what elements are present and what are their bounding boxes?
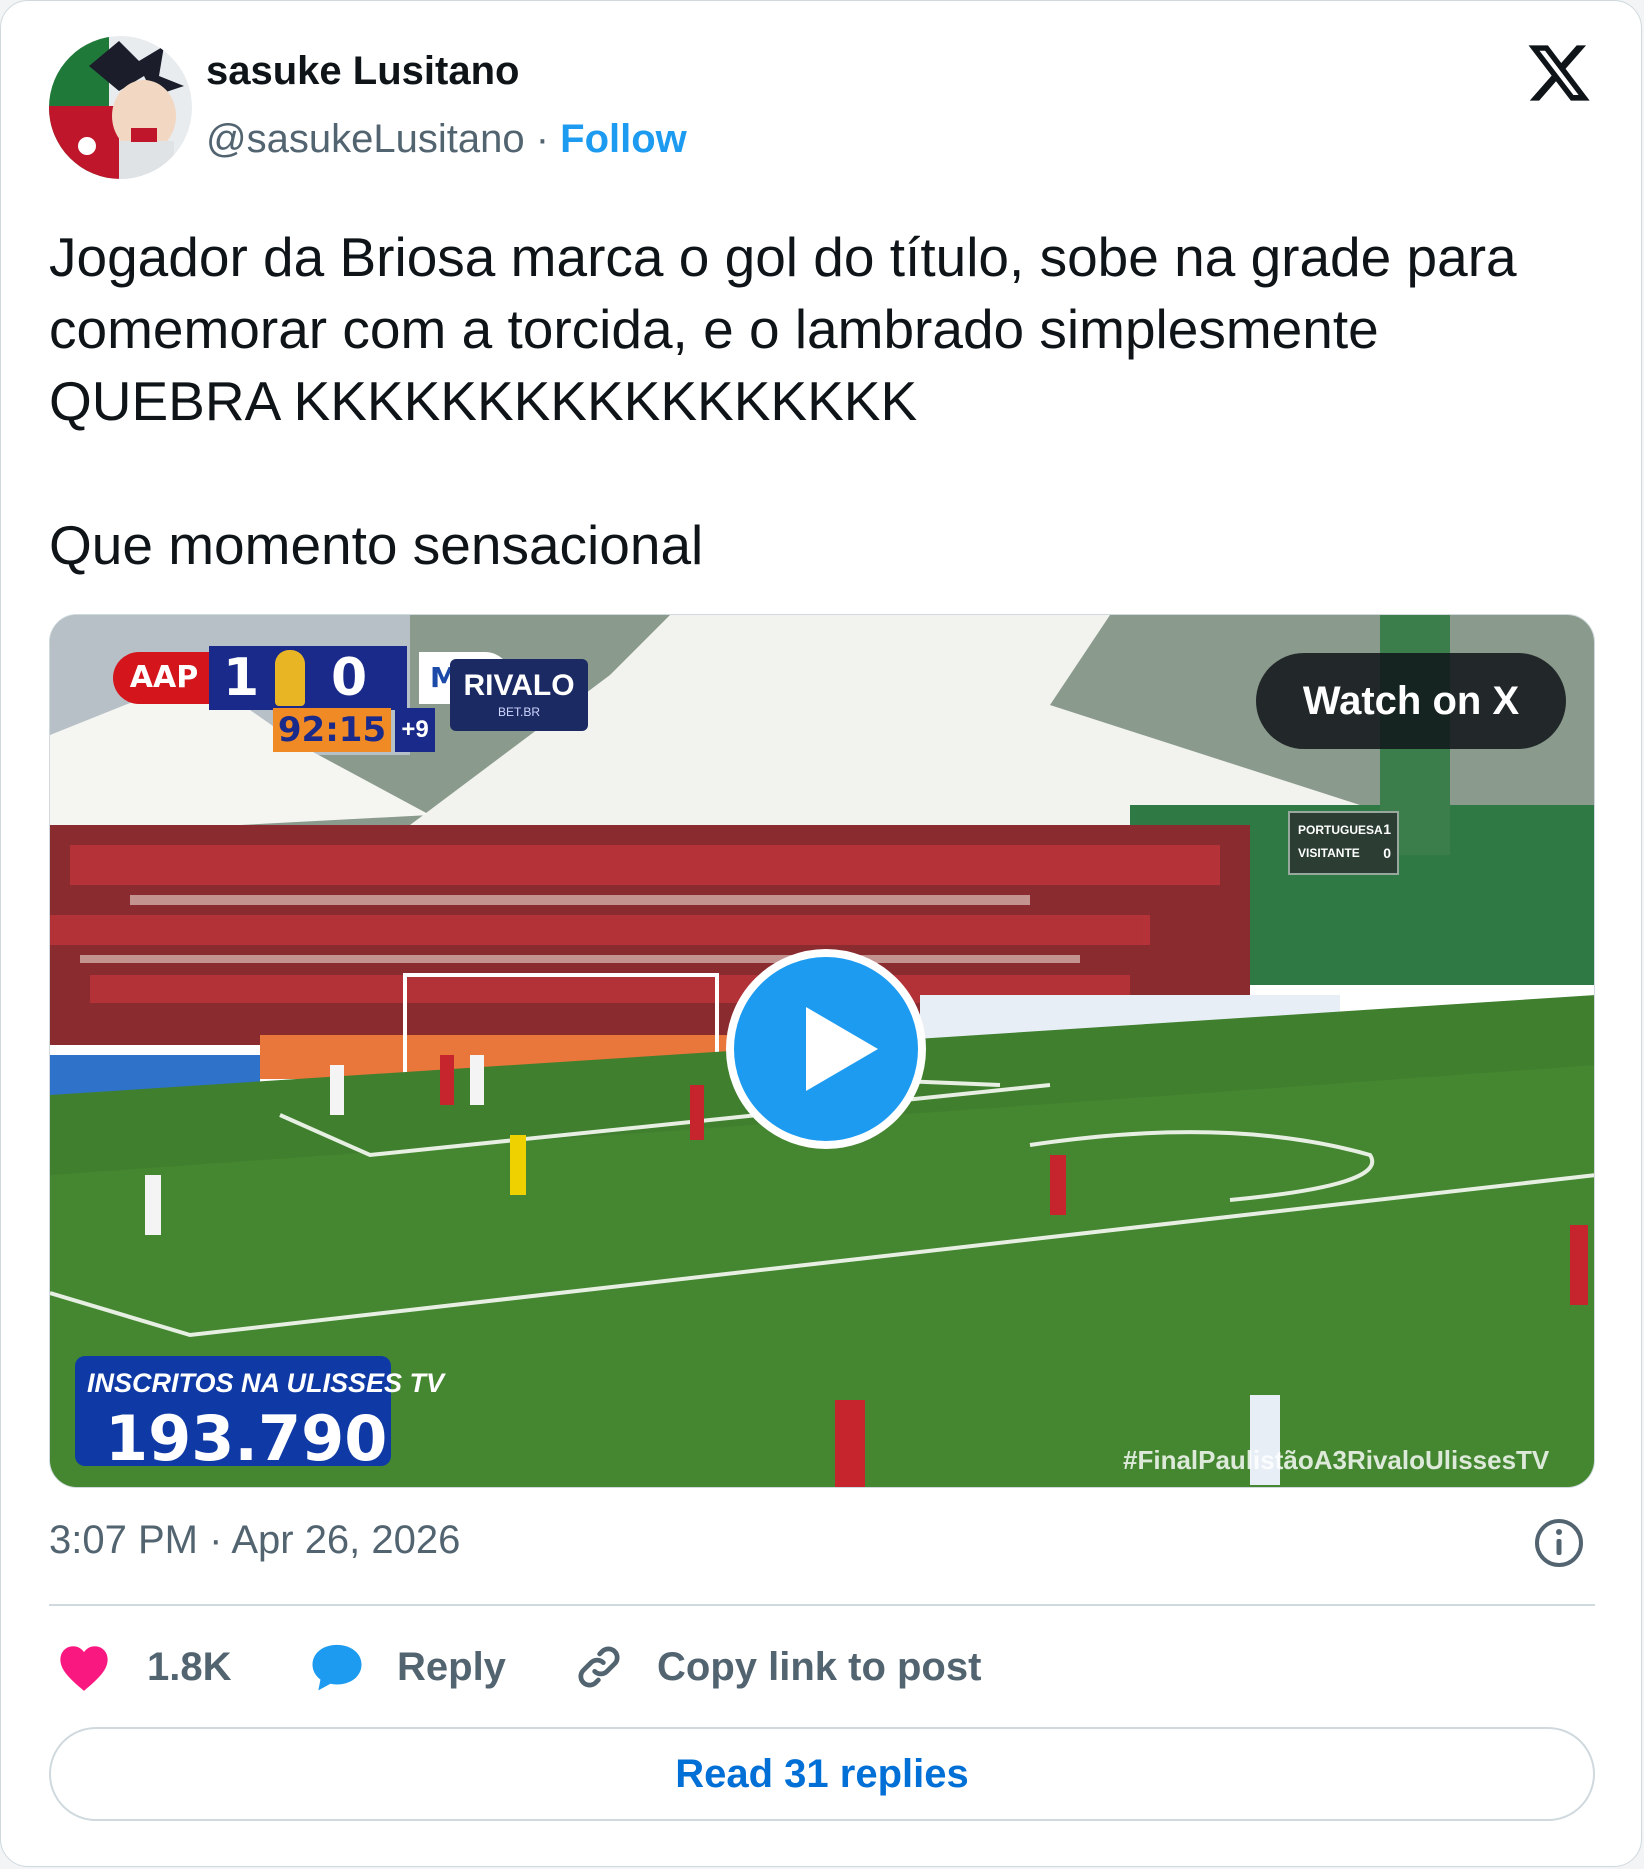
- handle-row: @sasukeLusitano · Follow: [206, 117, 687, 162]
- reply-button[interactable]: Reply: [309, 1637, 506, 1697]
- link-icon: [578, 1646, 620, 1688]
- display-name[interactable]: sasuke Lusitano: [206, 49, 519, 94]
- heart-icon: [60, 1646, 108, 1691]
- avatar[interactable]: [49, 36, 192, 179]
- match-clock: 92:15: [273, 708, 391, 752]
- scorebug-away-score: 0: [331, 648, 368, 708]
- timestamp[interactable]: 3:07 PM · Apr 26, 2026: [49, 1518, 460, 1563]
- tweet-paragraph: Jogador da Briosa marca o gol do título,…: [49, 226, 1517, 432]
- video-hashtag: #FinalPaulistãoA3RivaloUlissesTV: [1123, 1445, 1550, 1475]
- info-icon[interactable]: [1533, 1517, 1585, 1569]
- sponsor-name: RIVALO: [463, 669, 575, 702]
- handle-separator: ·: [535, 117, 550, 161]
- tweet-paragraph: Que momento sensacional: [49, 514, 704, 576]
- reply-label: Reply: [397, 1644, 506, 1689]
- sponsor-sub: BET.BR: [497, 705, 540, 719]
- read-replies-button[interactable]: Read 31 replies: [49, 1727, 1595, 1821]
- subscribers-overlay: INSCRITOS NA ULISSES TV 193.790: [75, 1356, 444, 1475]
- stadium-scoreboard: PORTUGUESA 1 VISITANTE 0: [1288, 811, 1399, 875]
- scorebug-home-score: 1: [223, 648, 260, 708]
- copy-link-label: Copy link to post: [657, 1644, 982, 1689]
- follow-button[interactable]: Follow: [560, 117, 687, 161]
- divider: [49, 1604, 1595, 1606]
- video-player[interactable]: AAP 1 0 MAC 92:15 +9 RIVALO BET.BR PORTU…: [49, 614, 1595, 1488]
- sponsor-logo: RIVALO BET.BR: [450, 659, 588, 731]
- scoreboard-home-value: 1: [1383, 821, 1391, 837]
- post-date: Apr 26, 2026: [231, 1518, 461, 1562]
- play-button[interactable]: [726, 949, 926, 1149]
- subscribers-label: INSCRITOS NA ULISSES TV: [87, 1368, 445, 1398]
- scoreboard-away-value: 0: [1383, 845, 1391, 861]
- scoreboard-away: VISITANTE: [1298, 846, 1360, 860]
- tweet-text: Jogador da Briosa marca o gol do título,…: [49, 221, 1589, 581]
- x-logo-icon[interactable]: [1525, 39, 1593, 107]
- scorebug-home-team: AAP: [113, 652, 215, 704]
- scoreboard-home: PORTUGUESA: [1298, 823, 1383, 837]
- added-time: +9: [395, 708, 435, 752]
- watch-on-x-button[interactable]: Watch on X: [1256, 653, 1566, 749]
- tweet-card: sasuke Lusitano @sasukeLusitano · Follow…: [0, 0, 1642, 1867]
- user-handle[interactable]: @sasukeLusitano: [206, 117, 525, 161]
- post-time: 3:07 PM: [49, 1518, 198, 1562]
- trophy-icon: [275, 650, 305, 706]
- speech-bubble-icon: [312, 1644, 362, 1691]
- copy-link-button[interactable]: Copy link to post: [573, 1637, 981, 1697]
- time-separator: ·: [209, 1518, 223, 1562]
- like-count: 1.8K: [147, 1644, 232, 1689]
- play-icon: [806, 1007, 878, 1091]
- scorebug-score: 1 0: [209, 646, 407, 710]
- like-button[interactable]: 1.8K: [57, 1637, 232, 1697]
- subscribers-value: 193.790: [105, 1402, 388, 1475]
